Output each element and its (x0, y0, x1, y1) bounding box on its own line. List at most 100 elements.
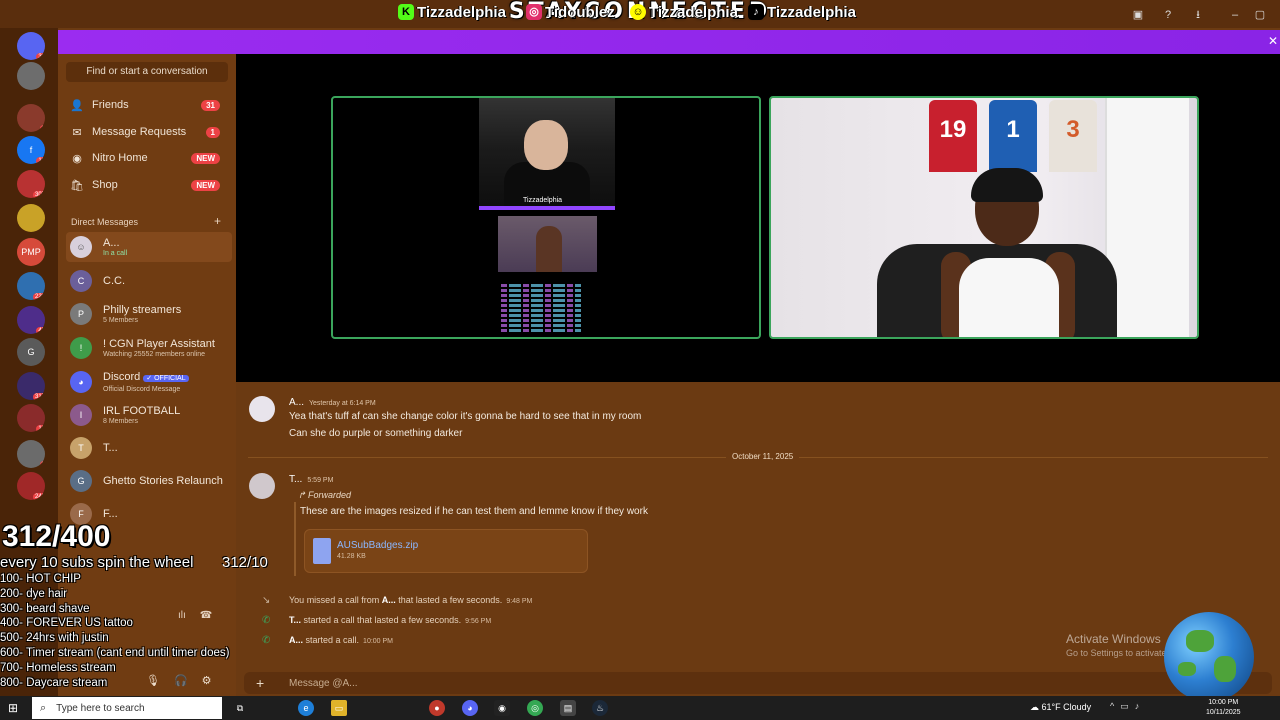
server-icon[interactable]: 32 (17, 32, 45, 60)
task-view-icon[interactable]: ⧉ (232, 700, 248, 716)
avatar: ☺ (70, 236, 92, 258)
server-icon[interactable]: 243 (17, 472, 45, 500)
help-icon[interactable]: ? (1161, 9, 1175, 21)
system-message: T... started a call that lasted a few se… (289, 615, 491, 625)
social-handle: Tidoublez (545, 3, 615, 21)
server-icon[interactable] (17, 204, 45, 232)
sys-user[interactable]: T... (289, 615, 301, 625)
clock-date: 10/11/2025 (1206, 709, 1241, 716)
file-attachment[interactable]: AUSubBadges.zip 41.28 KB (304, 529, 588, 573)
dm-item[interactable]: I IRL FOOTBALL 8 Members (66, 400, 232, 430)
nav-message-requests[interactable]: ✉ Message Requests 1 (70, 123, 220, 141)
windows-start-icon[interactable]: ⊞ (8, 701, 18, 715)
soundboard-icon[interactable]: ılı (178, 610, 186, 621)
video-tile-user[interactable]: 19 1 3 (769, 96, 1199, 339)
message-text: These are the images resized if he can t… (300, 506, 648, 517)
social-snapchat: ☺ Tizzadelphia (630, 2, 738, 22)
server-icon[interactable]: 229 (17, 272, 45, 300)
sys-user[interactable]: A... (289, 635, 303, 645)
nav-nitro-home[interactable]: ◉ Nitro Home NEW (70, 149, 220, 167)
avatar: ! (70, 337, 92, 359)
attach-plus-icon[interactable]: + (256, 675, 264, 691)
search-placeholder[interactable]: Type here to search (56, 703, 144, 714)
server-icon[interactable]: 2 (17, 104, 45, 132)
dm-name: ! CGN Player Assistant (103, 337, 215, 350)
dm-item[interactable]: ☺ A... In a call (66, 232, 232, 262)
user-controls: 🎙 🎧 ⚙ (146, 674, 212, 687)
social-instagram: ◎ Tidoublez (526, 2, 615, 22)
server-icon[interactable]: f 13 (17, 136, 45, 164)
nav-friends[interactable]: 👤 Friends 31 (70, 96, 220, 114)
message-composer[interactable]: + Message @A... (244, 672, 1272, 694)
network-icon[interactable]: ▭ (1120, 701, 1129, 712)
call-area: Tizzadelphia 19 1 3 (236, 54, 1280, 382)
server-icon[interactable]: 19 (17, 404, 45, 432)
video-tile-screenshare[interactable]: Tizzadelphia (331, 96, 761, 339)
dm-item[interactable]: T T... (66, 433, 232, 463)
dm-item[interactable]: C C.C. (66, 266, 232, 296)
avatar[interactable] (249, 473, 275, 499)
inbox-icon[interactable]: ▣ (1131, 9, 1145, 21)
nav-badge: NEW (191, 152, 220, 164)
sys-text: started a call. (303, 635, 360, 645)
discord-taskbar-icon[interactable]: ◕ (462, 700, 478, 716)
message-author[interactable]: T... 5:59 PM (289, 474, 333, 485)
obs-icon[interactable]: ◉ (494, 700, 510, 716)
download-icon[interactable]: ⭳ (1191, 9, 1205, 21)
server-icon[interactable]: 307 (17, 170, 45, 198)
forwarded-label: ↱ Forwarded (298, 490, 351, 501)
server-mention-badge: 9 (39, 461, 45, 468)
minimize-icon[interactable]: – (1228, 9, 1242, 21)
headphones-icon[interactable]: 🎧 (174, 674, 188, 687)
taskbar-clock[interactable]: 10:00 PM 10/11/2025 (1206, 698, 1241, 718)
windows-taskbar: ⊞ ⌕ Type here to search ⧉ e ▭ ● ◕ ◉ ◎ ▤ … (0, 696, 1280, 720)
gear-icon[interactable]: ⚙ (202, 674, 212, 687)
find-conversation-button[interactable]: Find or start a conversation (66, 62, 228, 82)
taskbar-search[interactable]: ⌕ Type here to search (32, 697, 222, 719)
close-icon[interactable]: ✕ (1268, 34, 1278, 48)
composer-placeholder[interactable]: Message @A... (289, 678, 358, 689)
weather-widget[interactable]: ☁ 61°F Cloudy (1030, 702, 1091, 713)
dm-item[interactable]: ! ! CGN Player Assistant Watching 25552 … (66, 333, 232, 363)
message-timestamp: 5:59 PM (307, 477, 334, 484)
dm-item[interactable]: ◕ Discord ✓ OFFICIAL Official Discord Mes… (66, 367, 232, 397)
edge-icon[interactable]: e (298, 700, 314, 716)
create-dm-plus-icon[interactable]: + (214, 214, 221, 228)
chrome-icon[interactable]: ◎ (527, 700, 543, 716)
call-icon: ✆ (262, 615, 271, 626)
chevron-up-icon[interactable]: ^ (1110, 701, 1114, 712)
server-icon[interactable]: 9 (17, 440, 45, 468)
app-icon[interactable]: ● (429, 700, 445, 716)
sub-goal-counter: 312/400 (2, 520, 111, 553)
official-badge: ✓ OFFICIAL (143, 374, 189, 382)
server-icon[interactable]: 45 (17, 306, 45, 334)
file-explorer-icon[interactable]: ▭ (331, 700, 347, 716)
author-name[interactable]: A... (289, 397, 304, 408)
microphone-icon[interactable]: 🎙 (146, 674, 160, 687)
reward-item: 200- dye hair (0, 588, 68, 600)
streamer-label: Tizzadelphia (523, 197, 563, 204)
server-mention-badge: 243 (32, 493, 45, 500)
disconnect-icon[interactable]: ☎ (200, 610, 212, 621)
avatar: C (70, 270, 92, 292)
dm-item[interactable]: P Philly streamers 5 Members (66, 299, 232, 329)
volume-icon[interactable]: ♪ (1135, 701, 1140, 712)
server-icon[interactable]: PMP (17, 238, 45, 266)
server-icon[interactable]: 317 (17, 372, 45, 400)
server-icon[interactable] (17, 62, 45, 90)
friends-icon: 👤 (70, 99, 84, 112)
kick-icon: K (398, 4, 414, 20)
nav-shop[interactable]: 🛍 Shop NEW (70, 176, 220, 194)
server-icon[interactable]: G (17, 338, 45, 366)
message-author[interactable]: A... Yesterday at 6:14 PM (289, 397, 376, 408)
author-name[interactable]: T... (289, 474, 302, 485)
jersey: 3 (1049, 100, 1097, 172)
sys-user[interactable]: A... (382, 595, 396, 605)
app-icon[interactable]: ▤ (560, 700, 576, 716)
dm-item[interactable]: G Ghetto Stories Relaunch (66, 466, 232, 496)
attachment-name[interactable]: AUSubBadges.zip (337, 540, 418, 551)
steam-icon[interactable]: ♨ (592, 700, 608, 716)
maximize-icon[interactable]: ▢ (1253, 9, 1267, 21)
avatar[interactable] (249, 396, 275, 422)
social-kick: K Tizzadelphia (398, 2, 506, 22)
